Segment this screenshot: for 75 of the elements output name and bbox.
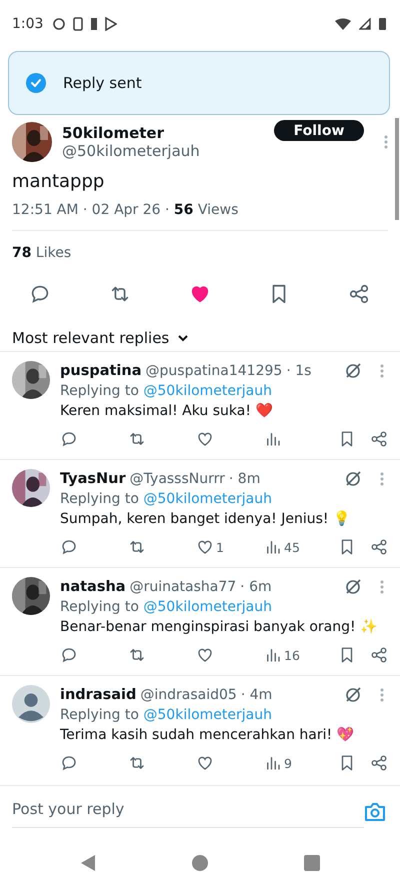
repost-icon[interactable] bbox=[128, 538, 146, 556]
status-time: 1:03 bbox=[12, 16, 44, 32]
reply-author: TyasNur bbox=[60, 471, 126, 487]
slashed-circle-icon[interactable] bbox=[344, 686, 362, 704]
reply-handle: @indrasaid05 bbox=[140, 687, 237, 703]
reply-time: · 8m bbox=[228, 471, 260, 487]
repost-icon[interactable] bbox=[128, 754, 146, 772]
view-count: 16 bbox=[284, 648, 300, 662]
camera-icon[interactable] bbox=[364, 802, 386, 822]
reply-icon[interactable] bbox=[60, 430, 78, 448]
reply-text: Benar-benar menginspirasi banyak orang! ✨ bbox=[60, 618, 378, 635]
wifi-icon bbox=[335, 18, 351, 30]
reply-text: Sumpah, keren banget idenya! Jenius! 💡 bbox=[60, 510, 351, 527]
slashed-circle-icon[interactable] bbox=[344, 470, 362, 488]
share-icon[interactable] bbox=[348, 283, 370, 305]
share-icon[interactable] bbox=[370, 538, 388, 556]
replying-to-label: Replying to bbox=[60, 599, 139, 615]
reply-icon[interactable] bbox=[60, 538, 78, 556]
views-icon[interactable] bbox=[264, 538, 282, 556]
check-icon bbox=[26, 73, 46, 93]
like-count: 1 bbox=[216, 540, 224, 554]
reply-handle: @ruinatasha77 bbox=[130, 579, 236, 595]
heart-icon[interactable] bbox=[196, 646, 214, 664]
view-count: 9 bbox=[284, 756, 292, 770]
replying-to-label: Replying to bbox=[60, 383, 139, 399]
slashed-circle-icon[interactable] bbox=[344, 578, 362, 596]
mention-link[interactable]: @50kilometerjauh bbox=[143, 491, 272, 507]
reply-author: natasha bbox=[60, 579, 126, 595]
reply-author: puspatina bbox=[60, 363, 142, 379]
heart-icon[interactable] bbox=[196, 754, 214, 772]
reply-time: · 6m bbox=[240, 579, 272, 595]
avatar-icon bbox=[12, 685, 50, 723]
reply-handle: @TyasssNurrr bbox=[130, 471, 225, 487]
view-count: 45 bbox=[284, 540, 300, 554]
follow-button[interactable]: Follow bbox=[274, 120, 364, 141]
home-icon[interactable] bbox=[191, 854, 209, 872]
share-icon[interactable] bbox=[370, 430, 388, 448]
replying-to-label: Replying to bbox=[60, 707, 139, 723]
replying-to-label: Replying to bbox=[60, 491, 139, 507]
sort-dropdown[interactable]: Most relevant replies bbox=[12, 329, 170, 347]
reply-text: Terima kasih sudah mencerahkan hari! 💖 bbox=[60, 726, 355, 743]
views-icon[interactable] bbox=[264, 430, 282, 448]
reply-icon[interactable] bbox=[29, 283, 51, 305]
reply-text: Keren maksimal! Aku suka! ❤ bbox=[60, 402, 274, 419]
circle-icon bbox=[53, 18, 66, 30]
reply-time: · 4m bbox=[240, 687, 272, 703]
mention-link[interactable]: @50kilometerjauh bbox=[143, 383, 272, 399]
toast-message: Reply sent bbox=[63, 74, 142, 92]
heart-icon[interactable] bbox=[196, 430, 214, 448]
likes-count: 78 Likes bbox=[12, 245, 72, 261]
mention-link[interactable]: @50kilometerjauh bbox=[143, 599, 272, 615]
back-icon[interactable] bbox=[80, 854, 96, 872]
reply-handle: @puspatina141295 bbox=[146, 363, 282, 379]
reply-author: indrasaid bbox=[60, 687, 136, 703]
phone-icon bbox=[73, 17, 84, 31]
reply-icon[interactable] bbox=[60, 754, 78, 772]
share-icon[interactable] bbox=[370, 754, 388, 772]
reply-time: · 1s bbox=[286, 363, 312, 379]
share-icon[interactable] bbox=[370, 646, 388, 664]
author-handle: @50kilometerjauh bbox=[62, 142, 201, 160]
reply-icon[interactable] bbox=[60, 646, 78, 664]
chevron-icon[interactable] bbox=[177, 334, 190, 342]
slashed-circle-icon[interactable] bbox=[344, 362, 362, 380]
views-icon[interactable] bbox=[264, 754, 282, 772]
repost-icon[interactable] bbox=[128, 646, 146, 664]
battery-icon bbox=[379, 18, 386, 30]
post-text: mantappp bbox=[12, 170, 106, 194]
post-meta: 12:51 AM · 02 Apr 26 · 56 Views bbox=[12, 202, 240, 218]
repost-icon[interactable] bbox=[128, 430, 146, 448]
views-icon[interactable] bbox=[264, 646, 282, 664]
signal-icon bbox=[359, 18, 371, 30]
heart-icon[interactable] bbox=[196, 538, 214, 556]
battery-icon bbox=[91, 18, 98, 30]
author-name: 50kilometer bbox=[62, 124, 165, 142]
mention-link[interactable]: @50kilometerjauh bbox=[143, 707, 272, 723]
